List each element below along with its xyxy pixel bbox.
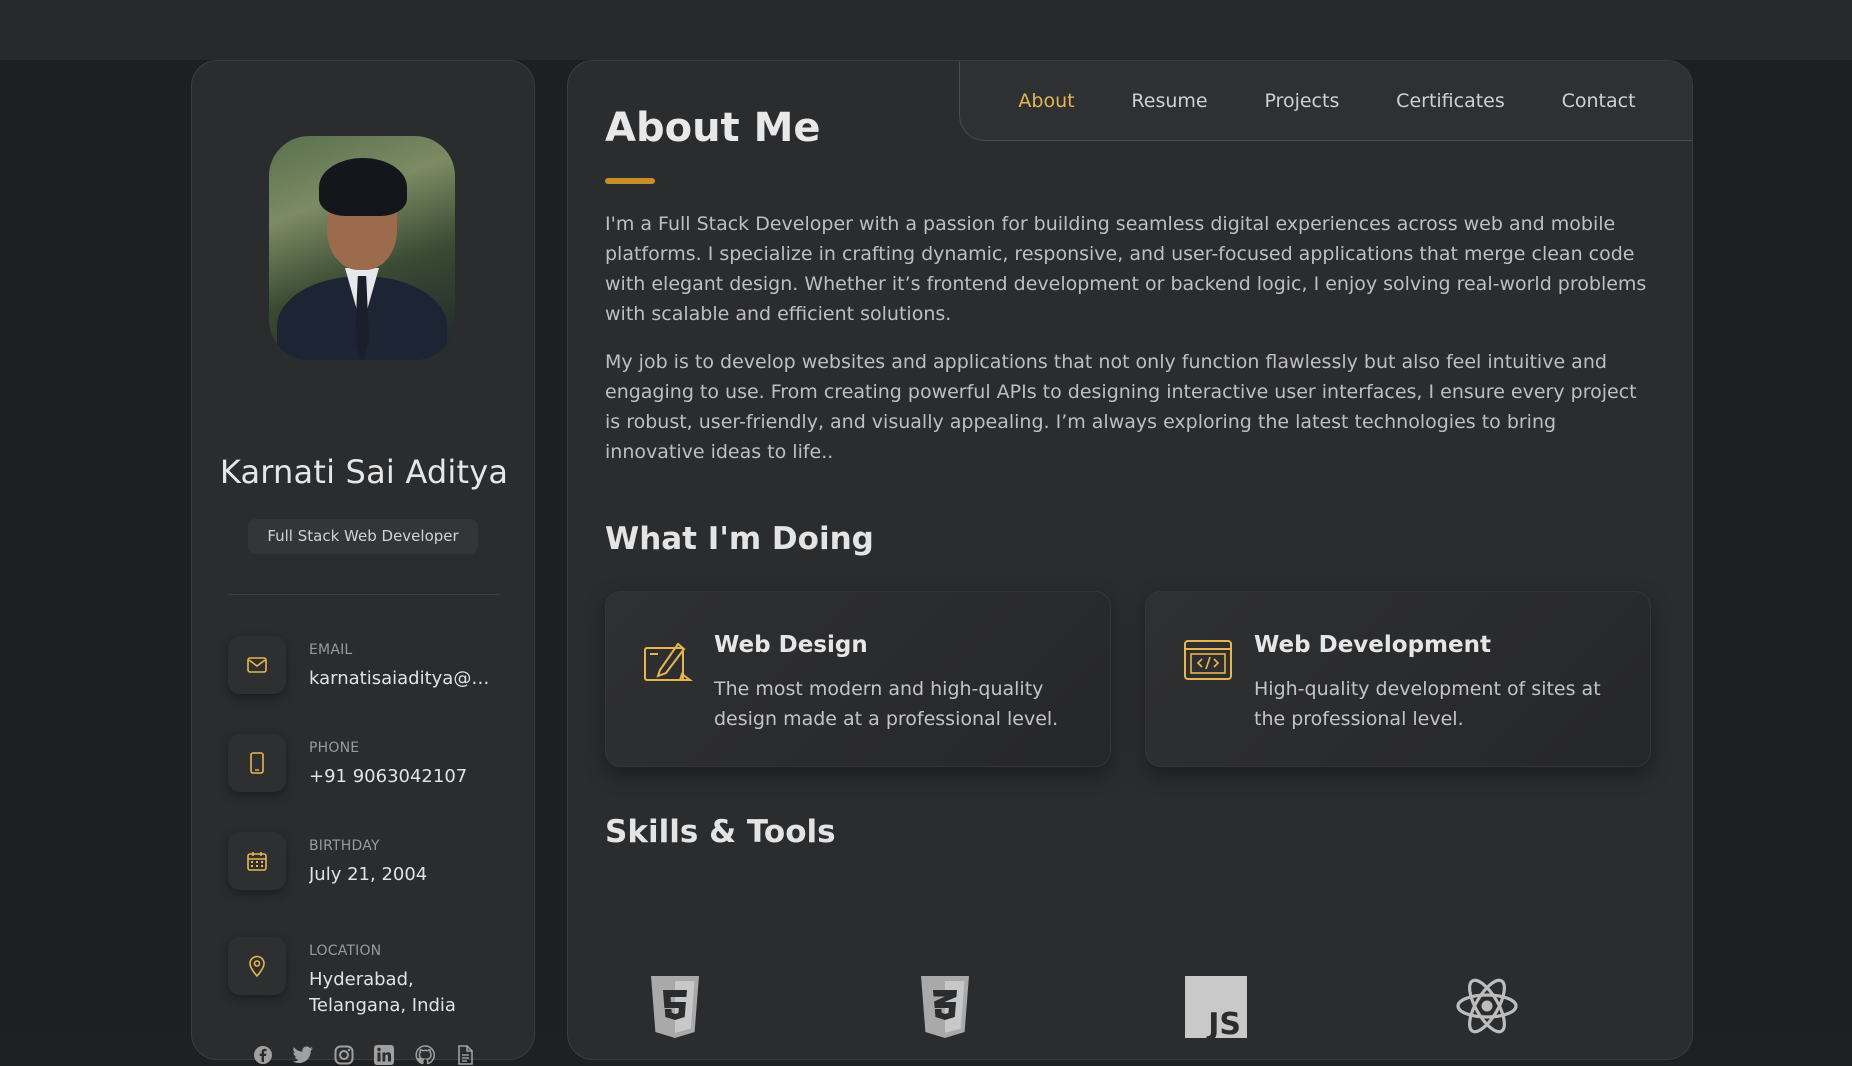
avatar <box>269 136 455 360</box>
service-text: The most modern and high-quality design … <box>714 678 1059 730</box>
social-links <box>252 1044 476 1066</box>
web-design-icon <box>642 634 694 686</box>
github-icon[interactable] <box>414 1044 436 1066</box>
service-card-web-design: Web Design The most modern and high-qual… <box>605 591 1111 767</box>
nav-contact[interactable]: Contact <box>1562 90 1636 112</box>
svg-text:JS: JS <box>1206 1007 1241 1038</box>
css3-icon <box>917 976 973 1050</box>
nav-certificates[interactable]: Certificates <box>1396 90 1505 112</box>
linkedin-icon[interactable] <box>373 1044 395 1066</box>
phone-icon <box>228 734 286 792</box>
service-card-web-development: Web Development High-quality development… <box>1145 591 1651 767</box>
profile-name: Karnati Sai Aditya <box>219 453 509 491</box>
facebook-icon[interactable] <box>252 1044 274 1066</box>
mail-icon <box>228 636 286 694</box>
service-title: Web Design <box>714 632 868 658</box>
service-text: High-quality development of sites at the… <box>1254 678 1601 730</box>
calendar-icon <box>228 832 286 890</box>
doing-heading: What I'm Doing <box>605 521 874 557</box>
html5-icon <box>647 976 703 1050</box>
twitter-icon[interactable] <box>292 1044 314 1066</box>
contact-label: BIRTHDAY <box>309 838 380 854</box>
web-development-icon <box>1182 634 1234 686</box>
about-paragraph-2: My job is to develop websites and applic… <box>605 351 1637 463</box>
email-link[interactable]: karnatisaiaditya@g... <box>309 666 499 692</box>
location-pin-icon <box>228 937 286 995</box>
about-paragraph-1: I'm a Full Stack Developer with a passio… <box>605 213 1647 325</box>
javascript-icon: JS <box>1185 976 1247 1042</box>
document-icon[interactable] <box>454 1044 476 1066</box>
nav-about[interactable]: About <box>1018 90 1074 112</box>
page-title: About Me <box>605 105 821 151</box>
profile-sidebar: Karnati Sai Aditya Full Stack Web Develo… <box>191 60 535 1065</box>
profile-role-badge: Full Stack Web Developer <box>248 519 478 554</box>
contact-label: EMAIL <box>309 642 353 658</box>
contact-label: LOCATION <box>309 943 382 959</box>
navbar: About Resume Projects Certificates Conta… <box>959 61 1692 141</box>
title-underline <box>605 178 655 184</box>
sidebar-divider <box>228 594 500 595</box>
contact-label: PHONE <box>309 740 360 756</box>
nav-projects[interactable]: Projects <box>1264 90 1339 112</box>
location-value: Hyderabad, Telangana, India <box>309 969 456 1016</box>
service-title: Web Development <box>1254 632 1491 658</box>
birthday-value: July 21, 2004 <box>309 864 428 885</box>
nav-resume[interactable]: Resume <box>1131 90 1207 112</box>
top-bar <box>0 0 1852 60</box>
phone-link[interactable]: +91 9063042107 <box>309 764 499 790</box>
main-content: About Resume Projects Certificates Conta… <box>567 60 1693 1060</box>
skills-heading: Skills & Tools <box>605 814 836 850</box>
react-icon <box>1455 976 1519 1040</box>
instagram-icon[interactable] <box>333 1044 355 1066</box>
